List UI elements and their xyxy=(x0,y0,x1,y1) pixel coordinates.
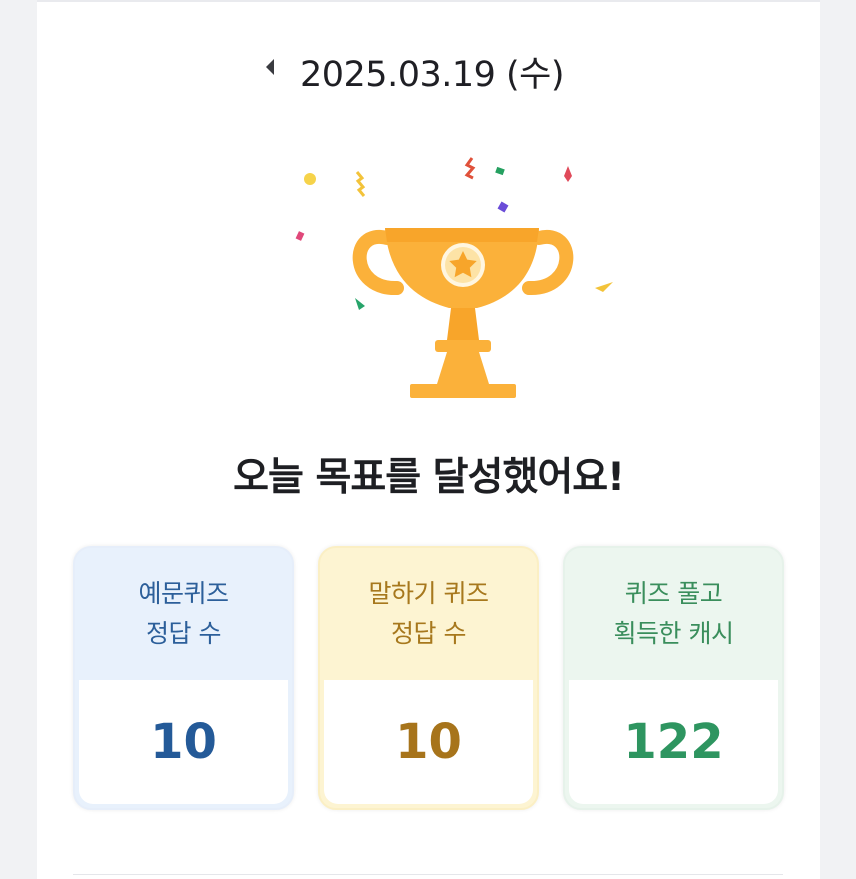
stat-label: 말하기 퀴즈 정답 수 xyxy=(368,579,489,648)
previous-date-button[interactable] xyxy=(255,52,285,82)
trophy-illustration xyxy=(237,150,617,410)
date-navigation: 2025.03.19 (수) xyxy=(37,42,820,95)
current-date: 2025.03.19 (수) xyxy=(300,55,565,95)
caret-left-icon xyxy=(266,59,274,75)
bottom-divider xyxy=(73,874,783,875)
earned-cash-stat-card: 퀴즈 풀고 획득한 캐시 122 xyxy=(563,546,784,810)
top-divider xyxy=(37,0,820,2)
goal-achieved-headline: 오늘 목표를 달성했어요! xyxy=(233,455,625,500)
speaking-quiz-stat-card: 말하기 퀴즈 정답 수 10 xyxy=(318,546,539,810)
stat-label: 퀴즈 풀고 획득한 캐시 xyxy=(613,579,734,648)
daily-goal-card: 2025.03.19 (수) 오늘 목표를 달성했어요! 예문퀴즈 정답 수 1… xyxy=(37,0,820,879)
stat-value: 122 xyxy=(569,680,778,804)
stat-value: 10 xyxy=(79,680,288,804)
example-quiz-stat-card: 예문퀴즈 정답 수 10 xyxy=(73,546,294,810)
stat-value: 10 xyxy=(324,680,533,804)
stat-label: 예문퀴즈 정답 수 xyxy=(138,579,229,648)
